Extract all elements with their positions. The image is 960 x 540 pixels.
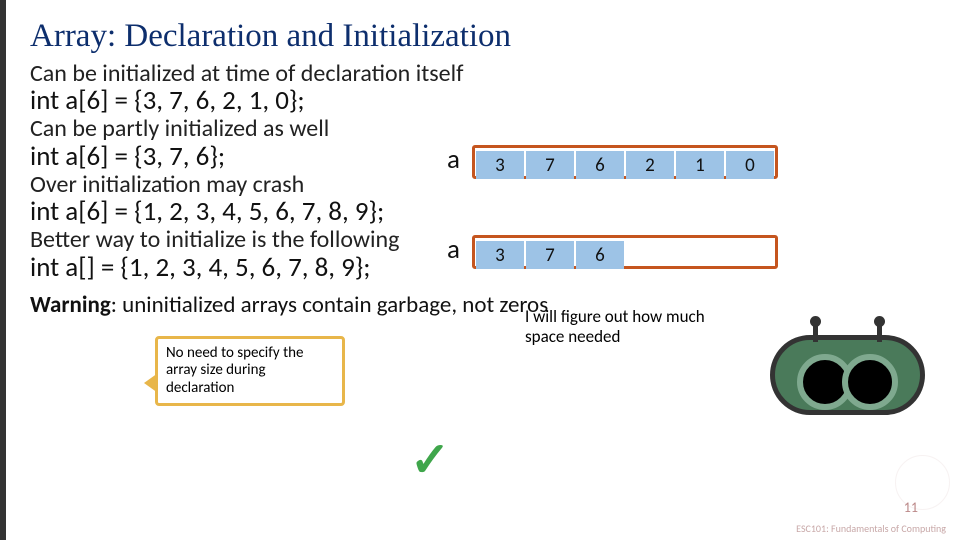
robot-antenna-left bbox=[813, 326, 818, 342]
code-line-3: int a[6] = {1, 2, 3, 4, 5, 6, 7, 8, 9}; bbox=[30, 198, 930, 225]
text-line-2: Can be partly initialized as well bbox=[30, 116, 930, 142]
checkmark-icon: ✓ bbox=[410, 430, 450, 489]
slide-title: Array: Declaration and Initialization bbox=[30, 18, 930, 55]
array2-cell-3 bbox=[626, 241, 674, 269]
array-box-2: 3 7 6 bbox=[472, 235, 778, 269]
array2-cell-0: 3 bbox=[476, 241, 524, 269]
warning-text: : uninitialized arrays contain garbage, … bbox=[111, 291, 548, 319]
array1-cell-4: 1 bbox=[676, 151, 724, 179]
array-box-1: 3 7 6 2 1 0 bbox=[472, 145, 778, 179]
array-label-2: a bbox=[447, 233, 460, 266]
array2-cell-1: 7 bbox=[526, 241, 574, 269]
callout-no-need-specify: No need to specify the array size during… bbox=[155, 336, 345, 406]
page-number: 11 bbox=[904, 499, 918, 516]
callout-figure-out-space: I will figure out how much space needed bbox=[525, 307, 730, 348]
robot-antenna-right bbox=[877, 326, 882, 342]
course-label: ESC101: Fundamentals of Computing bbox=[796, 523, 946, 534]
array1-cell-0: 3 bbox=[476, 151, 524, 179]
array1-cell-2: 6 bbox=[576, 151, 624, 179]
robot-character-icon bbox=[770, 335, 925, 415]
array2-cell-2: 6 bbox=[576, 241, 624, 269]
left-bar bbox=[0, 0, 6, 540]
array2-cell-4 bbox=[676, 241, 724, 269]
array1-cell-5: 0 bbox=[726, 151, 774, 179]
array-label-1: a bbox=[447, 143, 460, 176]
array1-cell-3: 2 bbox=[626, 151, 674, 179]
array2-cell-5 bbox=[726, 241, 774, 269]
warning-line: Warning: uninitialized arrays contain ga… bbox=[30, 291, 930, 319]
warning-label: Warning bbox=[30, 291, 111, 319]
code-line-1: int a[6] = {3, 7, 6, 2, 1, 0}; bbox=[30, 87, 930, 114]
array1-cell-1: 7 bbox=[526, 151, 574, 179]
